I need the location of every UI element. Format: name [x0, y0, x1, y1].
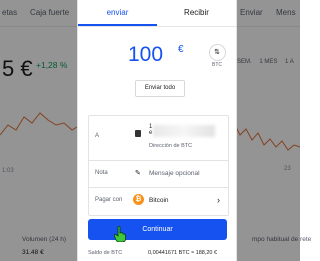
- hand-cursor-icon: [114, 226, 126, 242]
- note-input[interactable]: Mensaje opcional: [149, 170, 200, 177]
- pencil-icon: ✎: [135, 170, 141, 177]
- bitcoin-icon: ₿: [133, 194, 144, 205]
- balance-label: Saldo de BTC: [88, 250, 123, 256]
- pay-with-row[interactable]: Pagar con ₿ Bitcoin ›: [89, 187, 228, 214]
- send-form: A 1 e Dirección de BTC Nota ✎ Mensaje op…: [88, 115, 229, 216]
- modal-tabs: enviar Recibir: [78, 0, 236, 27]
- send-all-button[interactable]: Enviar todo: [135, 80, 185, 97]
- chevron-right-icon: ›: [217, 195, 220, 205]
- amount-value[interactable]: 100: [128, 44, 163, 65]
- note-label: Nota: [95, 170, 108, 176]
- recipient-address[interactable]: 1 e: [149, 124, 152, 136]
- recipient-row[interactable]: A 1 e Dirección de BTC: [89, 116, 228, 161]
- tab-receive[interactable]: Recibir: [157, 0, 236, 26]
- continue-button[interactable]: Continuar: [88, 219, 227, 240]
- switch-currency-icon: ⇅: [208, 44, 226, 61]
- note-row[interactable]: Nota ✎ Mensaje opcional: [89, 160, 228, 188]
- switch-currency-button[interactable]: ⇅ BTC: [208, 44, 226, 68]
- recipient-label: A: [95, 133, 100, 139]
- redacted-address: [153, 125, 215, 137]
- amount-currency: €: [178, 44, 184, 55]
- recipient-address-line-2: e: [149, 130, 153, 136]
- pay-with-value: Bitcoin: [149, 197, 169, 204]
- pay-with-label: Pagar con: [95, 197, 123, 203]
- balance-value: 0,00441671 BTC ≈ 188,20 €: [148, 250, 218, 256]
- send-modal: enviar Recibir 100 € ⇅ BTC Enviar todo A…: [77, 0, 237, 261]
- address-caption: Dirección de BTC: [149, 143, 193, 149]
- wallet-icon: [135, 130, 141, 137]
- tab-send[interactable]: enviar: [78, 0, 157, 26]
- switch-currency-label: BTC: [212, 62, 222, 68]
